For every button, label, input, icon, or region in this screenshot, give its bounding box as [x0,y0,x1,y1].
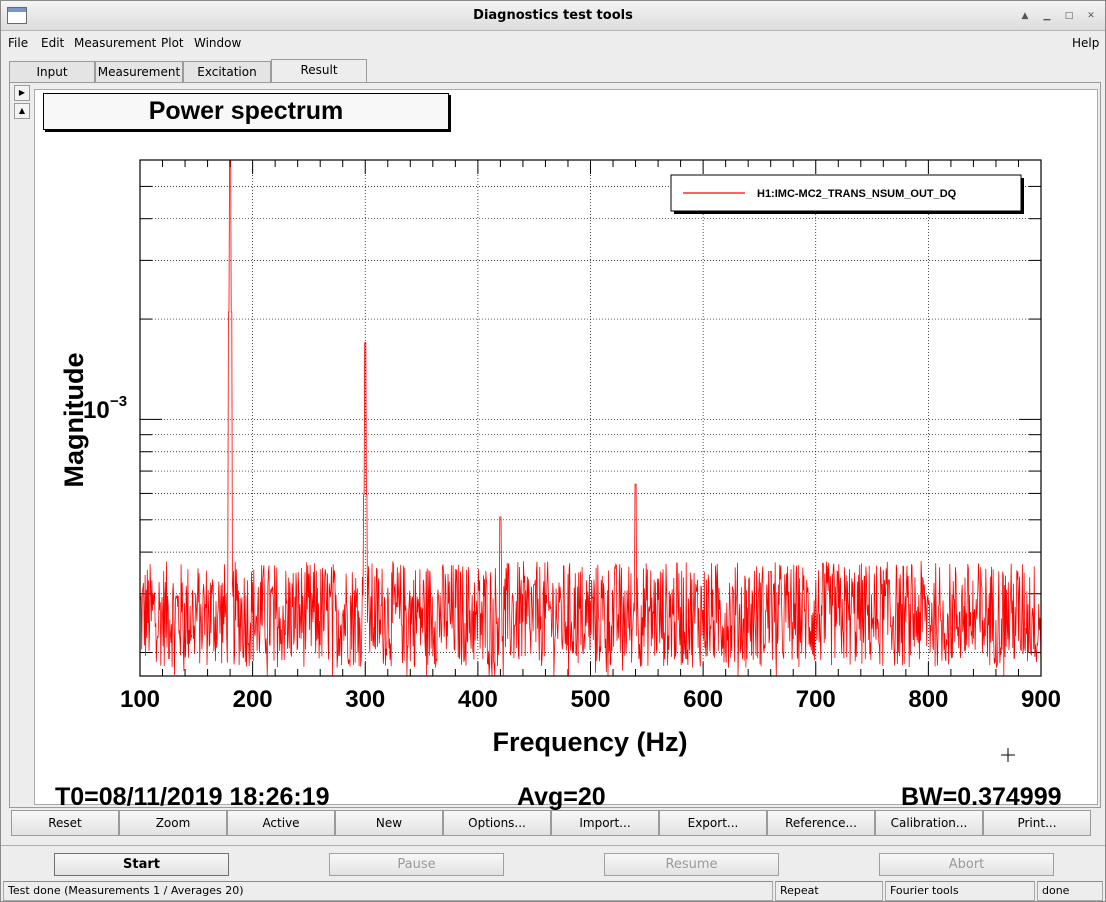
menu-help[interactable]: Help [1072,36,1099,50]
divider [1,845,1105,846]
window-title: Diagnostics test tools [473,8,633,23]
shade-icon[interactable]: ▲ [1017,8,1033,24]
reference-button[interactable]: Reference... [767,810,875,836]
status-mode: Repeat [775,881,883,901]
expand-right-icon[interactable]: ▶ [14,85,30,101]
menu-measurement[interactable]: Measurement [74,36,156,50]
x-tick-label: 400 [458,686,498,713]
app-window: Diagnostics test tools ▲ ▁ □ ✕ File Edit… [0,0,1106,902]
avg-label: Avg=20 [517,783,606,811]
crosshair-cursor [1001,748,1015,762]
zoom-button[interactable]: Zoom [119,810,227,836]
tab-result[interactable]: Result [271,59,367,83]
legend-label: H1:IMC-MC2_TRANS_NSUM_OUT_DQ [757,188,957,200]
options-button[interactable]: Options... [443,810,551,836]
x-tick-label: 200 [233,686,273,713]
x-tick-label: 300 [345,686,385,713]
tab-excitation[interactable]: Excitation [183,61,271,83]
menu-file[interactable]: File [8,36,28,50]
resume-button[interactable]: Resume [604,853,779,876]
x-tick-label: 100 [120,686,160,713]
import-button[interactable]: Import... [551,810,659,836]
tab-measurement[interactable]: Measurement [95,61,183,83]
title-bar[interactable]: Diagnostics test tools ▲ ▁ □ ✕ [1,1,1105,31]
maximize-icon[interactable]: □ [1061,8,1077,24]
legend-box: H1:IMC-MC2_TRANS_NSUM_OUT_DQ [670,174,1024,214]
export-button[interactable]: Export... [659,810,767,836]
calibration-button[interactable]: Calibration... [875,810,983,836]
start-button[interactable]: Start [54,853,229,876]
menu-edit[interactable]: Edit [41,36,64,50]
x-tick-label: 500 [570,686,610,713]
spectrum-chart[interactable]: 100 200 300 400 500 600 700 800 900 Magnitude Fr… [35,90,1097,780]
status-tool: Fourier tools [885,881,1035,901]
reset-button[interactable]: Reset [11,810,119,836]
y-tick-label-base: 10 [83,397,110,424]
y-tick-label-exp: −3 [110,393,127,410]
active-button[interactable]: Active [227,810,335,836]
x-tick-label: 900 [1021,686,1061,713]
t0-label: T0=08/11/2019 18:26:19 [55,783,330,811]
menu-bar: File Edit Measurement Plot Window Help [1,32,1105,54]
abort-button[interactable]: Abort [879,853,1054,876]
pause-button[interactable]: Pause [329,853,504,876]
close-icon[interactable]: ✕ [1083,8,1099,24]
status-bar: Test done (Measurements 1 / Averages 20)… [1,881,1105,901]
status-message: Test done (Measurements 1 / Averages 20) [3,881,773,901]
print-button[interactable]: Print... [983,810,1091,836]
menu-plot[interactable]: Plot [161,36,184,50]
tab-input[interactable]: Input [9,61,95,83]
result-panel: ▶ ▲ Power spectrum 100 200 300 400 500 600 700… [9,82,1101,811]
x-tick-label: 700 [796,686,836,713]
bw-label: BW=0.374999 [901,783,1062,811]
expand-up-icon[interactable]: ▲ [14,103,30,119]
new-button[interactable]: New [335,810,443,836]
x-tick-labels: 100 200 300 400 500 600 700 800 900 [120,686,1061,713]
plot-canvas[interactable]: Power spectrum 100 200 300 400 500 600 700 800 9… [34,89,1098,811]
x-tick-label: 800 [908,686,948,713]
x-axis-label: Frequency (Hz) [492,727,687,757]
minimize-icon[interactable]: ▁ [1039,8,1055,24]
menu-window[interactable]: Window [194,36,241,50]
x-tick-label: 600 [683,686,723,713]
status-state: done [1037,881,1103,901]
